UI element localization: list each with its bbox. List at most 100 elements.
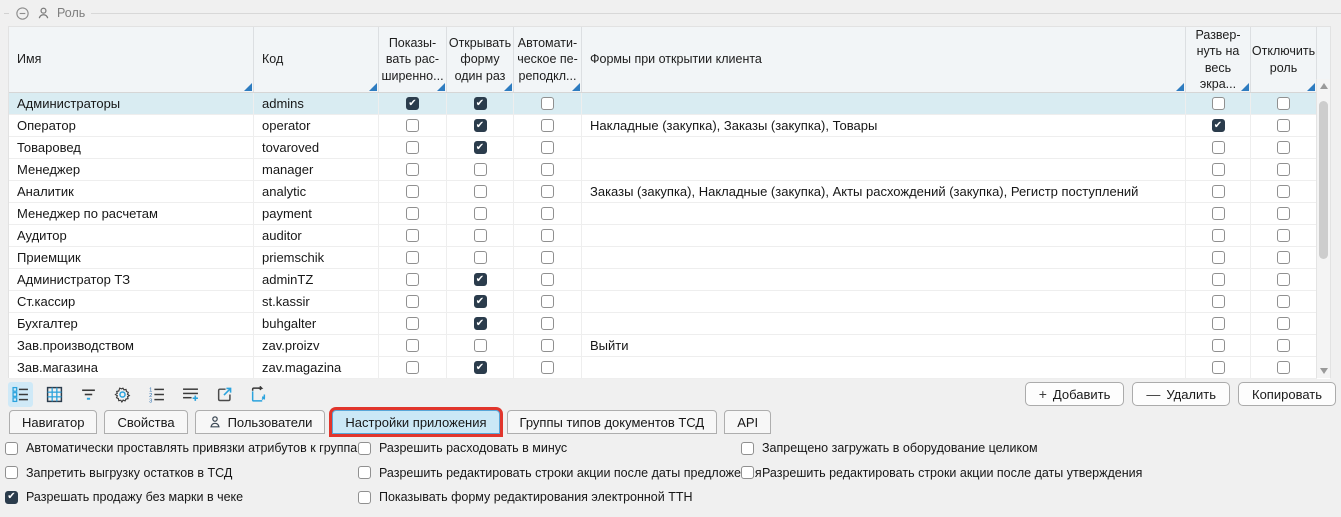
- setting-checkbox[interactable]: [358, 491, 371, 504]
- disable-role-checkbox[interactable]: [1277, 295, 1290, 308]
- table-row[interactable]: Менеджерmanager: [9, 159, 1330, 181]
- fullscreen-checkbox[interactable]: [1212, 317, 1225, 330]
- numbered-list-icon[interactable]: 1 2 3: [144, 382, 169, 407]
- column-header-show_extended[interactable]: Показы- вать рас- ширенно...: [379, 27, 447, 92]
- show-extended-checkbox[interactable]: [406, 273, 419, 286]
- tab-настройки-приложения[interactable]: Настройки приложения: [332, 410, 499, 434]
- open-once-checkbox[interactable]: [474, 141, 487, 154]
- open-once-checkbox[interactable]: [474, 339, 487, 352]
- open-once-checkbox[interactable]: [474, 295, 487, 308]
- setting-checkbox[interactable]: [741, 466, 754, 479]
- table-row[interactable]: Товароведtovaroved: [9, 137, 1330, 159]
- tab-группы-типов-документов-тсд[interactable]: Группы типов документов ТСД: [507, 410, 718, 434]
- filter-icon[interactable]: [76, 382, 101, 407]
- show-extended-checkbox[interactable]: [406, 97, 419, 110]
- setting-checkbox[interactable]: [5, 442, 18, 455]
- open-once-checkbox[interactable]: [474, 251, 487, 264]
- auto-reconnect-checkbox[interactable]: [541, 317, 554, 330]
- table-row[interactable]: Зав.магазинаzav.magazina: [9, 357, 1330, 379]
- open-external-icon[interactable]: [212, 382, 237, 407]
- column-header-disable_role[interactable]: Отключить роль: [1251, 27, 1317, 92]
- grid-view-icon[interactable]: [42, 382, 67, 407]
- sync-icon[interactable]: [246, 382, 271, 407]
- column-header-fullscreen[interactable]: Развер- нуть на весь экра...: [1186, 27, 1251, 92]
- auto-reconnect-checkbox[interactable]: [541, 119, 554, 132]
- disable-role-checkbox[interactable]: [1277, 207, 1290, 220]
- fullscreen-checkbox[interactable]: [1212, 185, 1225, 198]
- auto-reconnect-checkbox[interactable]: [541, 295, 554, 308]
- show-extended-checkbox[interactable]: [406, 185, 419, 198]
- open-once-checkbox[interactable]: [474, 207, 487, 220]
- disable-role-checkbox[interactable]: [1277, 251, 1290, 264]
- scroll-up-arrow-icon[interactable]: [1320, 83, 1328, 89]
- collapse-icon[interactable]: [15, 6, 30, 21]
- table-row[interactable]: Администратор ТЗadminTZ: [9, 269, 1330, 291]
- list-details-icon[interactable]: [8, 382, 33, 407]
- table-row[interactable]: Администраторыadmins: [9, 93, 1330, 115]
- setting-checkbox[interactable]: [5, 466, 18, 479]
- show-extended-checkbox[interactable]: [406, 229, 419, 242]
- show-extended-checkbox[interactable]: [406, 317, 419, 330]
- auto-reconnect-checkbox[interactable]: [541, 273, 554, 286]
- fullscreen-checkbox[interactable]: [1212, 273, 1225, 286]
- fullscreen-checkbox[interactable]: [1212, 119, 1225, 132]
- column-header-open_once[interactable]: Открывать форму один раз: [447, 27, 514, 92]
- table-row[interactable]: Бухгалтерbuhgalter: [9, 313, 1330, 335]
- copy-button[interactable]: Копировать: [1238, 382, 1336, 406]
- fullscreen-checkbox[interactable]: [1212, 163, 1225, 176]
- tab-api[interactable]: API: [724, 410, 771, 434]
- disable-role-checkbox[interactable]: [1277, 339, 1290, 352]
- setting-checkbox[interactable]: [358, 466, 371, 479]
- open-once-checkbox[interactable]: [474, 229, 487, 242]
- column-header-auto_reconnect[interactable]: Автомати- ческое пе- реподкл...: [514, 27, 582, 92]
- settings-gear-icon[interactable]: [110, 382, 135, 407]
- open-once-checkbox[interactable]: [474, 185, 487, 198]
- add-button[interactable]: +Добавить: [1025, 382, 1125, 406]
- show-extended-checkbox[interactable]: [406, 141, 419, 154]
- disable-role-checkbox[interactable]: [1277, 229, 1290, 242]
- auto-reconnect-checkbox[interactable]: [541, 185, 554, 198]
- show-extended-checkbox[interactable]: [406, 295, 419, 308]
- column-header-forms[interactable]: Формы при открытии клиента: [582, 27, 1186, 92]
- tab-свойства[interactable]: Свойства: [104, 410, 187, 434]
- fullscreen-checkbox[interactable]: [1212, 97, 1225, 110]
- table-row[interactable]: Зав.производствомzav.proizvВыйти: [9, 335, 1330, 357]
- fullscreen-checkbox[interactable]: [1212, 141, 1225, 154]
- table-row[interactable]: Менеджер по расчетамpayment: [9, 203, 1330, 225]
- show-extended-checkbox[interactable]: [406, 361, 419, 374]
- delete-button[interactable]: —Удалить: [1132, 382, 1230, 406]
- column-header-code[interactable]: Код: [254, 27, 379, 92]
- disable-role-checkbox[interactable]: [1277, 119, 1290, 132]
- disable-role-checkbox[interactable]: [1277, 361, 1290, 374]
- disable-role-checkbox[interactable]: [1277, 97, 1290, 110]
- show-extended-checkbox[interactable]: [406, 163, 419, 176]
- auto-reconnect-checkbox[interactable]: [541, 163, 554, 176]
- disable-role-checkbox[interactable]: [1277, 317, 1290, 330]
- add-to-list-icon[interactable]: [178, 382, 203, 407]
- open-once-checkbox[interactable]: [474, 163, 487, 176]
- open-once-checkbox[interactable]: [474, 361, 487, 374]
- setting-checkbox[interactable]: [5, 491, 18, 504]
- show-extended-checkbox[interactable]: [406, 339, 419, 352]
- fullscreen-checkbox[interactable]: [1212, 251, 1225, 264]
- show-extended-checkbox[interactable]: [406, 207, 419, 220]
- disable-role-checkbox[interactable]: [1277, 163, 1290, 176]
- auto-reconnect-checkbox[interactable]: [541, 141, 554, 154]
- tab-пользователи[interactable]: Пользователи: [195, 410, 326, 434]
- auto-reconnect-checkbox[interactable]: [541, 339, 554, 352]
- fullscreen-checkbox[interactable]: [1212, 339, 1225, 352]
- setting-checkbox[interactable]: [358, 442, 371, 455]
- fullscreen-checkbox[interactable]: [1212, 229, 1225, 242]
- scrollbar-thumb[interactable]: [1319, 101, 1328, 259]
- show-extended-checkbox[interactable]: [406, 119, 419, 132]
- table-row[interactable]: АналитикanalyticЗаказы (закупка), Наклад…: [9, 181, 1330, 203]
- table-row[interactable]: Ст.кассирst.kassir: [9, 291, 1330, 313]
- auto-reconnect-checkbox[interactable]: [541, 361, 554, 374]
- disable-role-checkbox[interactable]: [1277, 141, 1290, 154]
- disable-role-checkbox[interactable]: [1277, 273, 1290, 286]
- auto-reconnect-checkbox[interactable]: [541, 251, 554, 264]
- disable-role-checkbox[interactable]: [1277, 185, 1290, 198]
- auto-reconnect-checkbox[interactable]: [541, 207, 554, 220]
- show-extended-checkbox[interactable]: [406, 251, 419, 264]
- auto-reconnect-checkbox[interactable]: [541, 229, 554, 242]
